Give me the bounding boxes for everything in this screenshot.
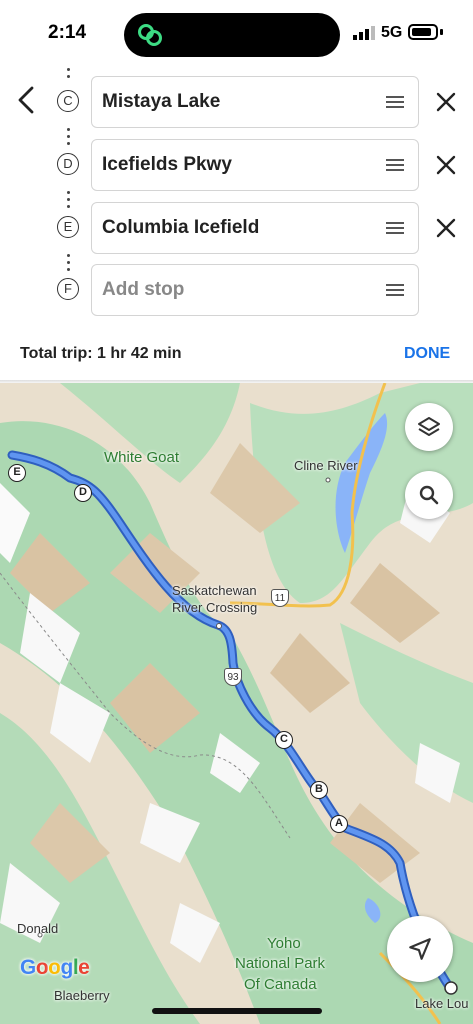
status-bar: 2:14 5G: [0, 0, 473, 60]
stop-letter-d: D: [57, 153, 79, 175]
place-label[interactable]: River Crossing: [172, 600, 257, 615]
google-logo: Google: [20, 956, 90, 979]
add-stop-input[interactable]: Add stop: [91, 264, 419, 316]
route-marker-c[interactable]: C: [275, 731, 293, 749]
dynamic-island: [124, 13, 340, 57]
search-button[interactable]: [405, 471, 453, 519]
stop-input-d[interactable]: Icefields Pkwy: [91, 139, 419, 191]
battery-icon: [408, 24, 438, 40]
place-label[interactable]: Lake Lou: [415, 996, 469, 1011]
done-button[interactable]: DONE: [404, 345, 450, 363]
recenter-button[interactable]: [387, 916, 453, 982]
drag-handle-icon[interactable]: [386, 159, 404, 171]
highway-shield: 93: [224, 668, 242, 686]
place-label[interactable]: White Goat: [104, 449, 179, 466]
close-icon[interactable]: [434, 216, 458, 240]
close-icon[interactable]: [434, 153, 458, 177]
home-indicator[interactable]: [152, 1008, 322, 1014]
layers-button[interactable]: [405, 403, 453, 451]
highway-shield: 11: [271, 589, 289, 607]
route-marker-b[interactable]: B: [310, 781, 328, 799]
add-stop-placeholder: Add stop: [102, 279, 185, 300]
route-marker-d[interactable]: D: [74, 484, 92, 502]
route-marker-a[interactable]: A: [330, 815, 348, 833]
stop-letter-c: C: [57, 90, 79, 112]
stop-value: Mistaya Lake: [102, 91, 221, 112]
stop-row-f: F Add stop: [0, 264, 473, 316]
navigation-arrow-icon: [409, 938, 431, 960]
map-view[interactable]: 11 93 White Goat Cline River Saskatchewa…: [0, 383, 473, 1024]
park-label[interactable]: National Park: [235, 955, 325, 972]
place-label[interactable]: Blaeberry: [54, 988, 110, 1003]
status-time: 2:14: [48, 22, 87, 43]
route-marker-e[interactable]: E: [8, 464, 26, 482]
stop-row-e: E Columbia Icefield: [0, 202, 473, 254]
stop-letter-f: F: [57, 278, 79, 300]
drag-handle-icon[interactable]: [386, 96, 404, 108]
stop-value: Columbia Icefield: [102, 217, 260, 238]
signal-icon: [353, 26, 375, 40]
drag-handle-icon[interactable]: [386, 284, 404, 296]
total-trip-summary: Total trip: 1 hr 42 min: [20, 345, 182, 362]
place-label[interactable]: Donald: [17, 921, 58, 936]
place-label[interactable]: Saskatchewan: [172, 583, 257, 598]
search-icon: [419, 485, 439, 505]
close-icon[interactable]: [434, 90, 458, 114]
stop-row-d: D Icefields Pkwy: [0, 139, 473, 191]
drag-handle-icon[interactable]: [386, 222, 404, 234]
layers-icon: [418, 417, 440, 436]
place-label[interactable]: Cline River: [294, 458, 358, 473]
stop-input-e[interactable]: Columbia Icefield: [91, 202, 419, 254]
stop-value: Icefields Pkwy: [102, 154, 232, 175]
stop-letter-e: E: [57, 216, 79, 238]
park-label[interactable]: Yoho: [267, 935, 301, 952]
stop-row-c: C Mistaya Lake: [0, 76, 473, 128]
stop-input-c[interactable]: Mistaya Lake: [91, 76, 419, 128]
link-icon: [138, 24, 162, 46]
park-label[interactable]: Of Canada: [244, 976, 317, 993]
network-type: 5G: [381, 24, 403, 41]
